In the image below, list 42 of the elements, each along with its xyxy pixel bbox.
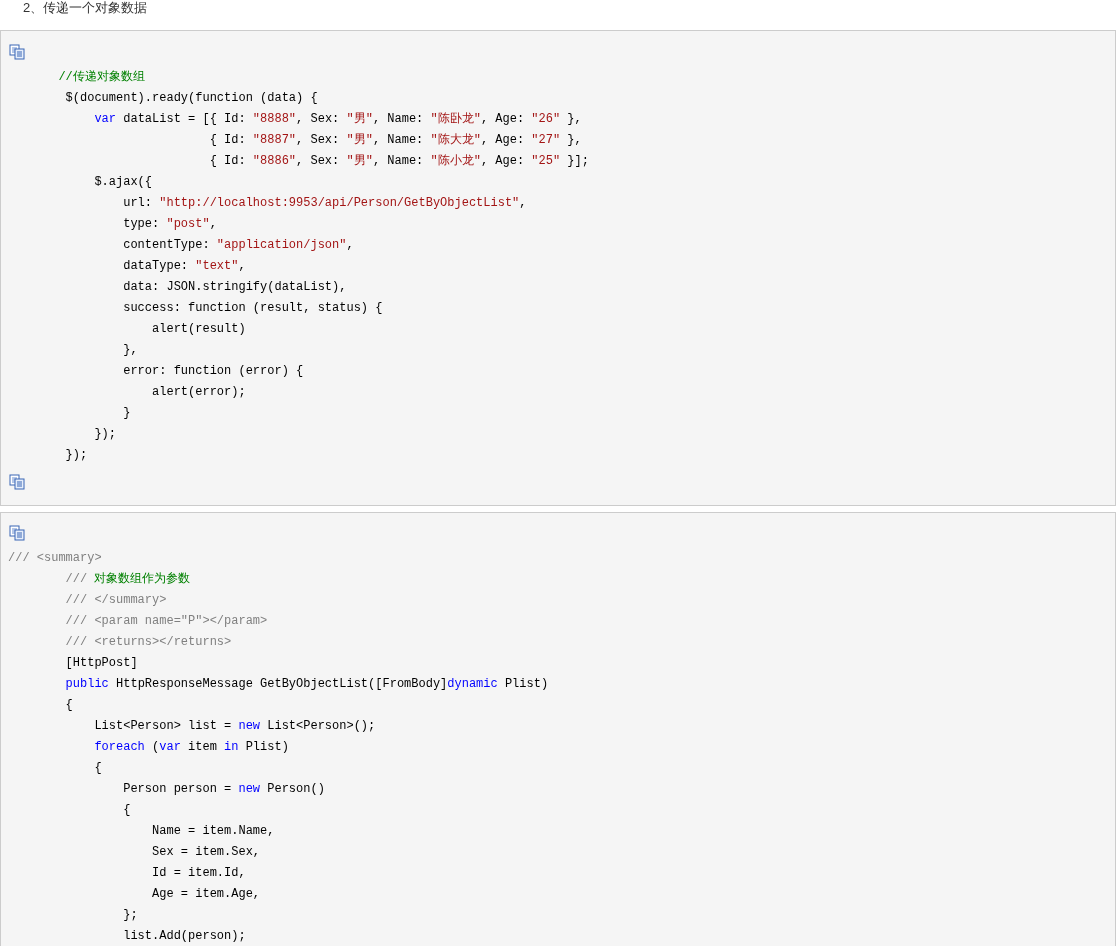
code-line: /// </summary> [64, 593, 167, 607]
code-line: var dataList = [{ Id: "8888", Sex: "男", Name: "陈卧龙", Age: "26" }, [93, 112, 582, 126]
code-line: error: function (error) { [122, 364, 304, 378]
code-line: /// <returns></returns> [64, 635, 232, 649]
section-heading: 2、传递一个对象数据 [23, 0, 148, 15]
code-line: success: function (result, status) { [122, 301, 383, 315]
code-line: }, [122, 343, 138, 357]
code-line: /// <summary> [8, 551, 102, 565]
code-line: foreach (var item in Plist) [93, 740, 289, 754]
code-line: type: "post", [122, 217, 217, 231]
code-line: /// <param name="P"></param> [64, 614, 268, 628]
code-line: }); [93, 427, 117, 441]
code-line: $(document).ready(function (data) { [64, 91, 318, 105]
code-line: Age = item.Age, [151, 887, 261, 901]
code-line: }); [64, 448, 88, 462]
code-line: /// 对象数组作为参数 [64, 572, 191, 586]
code-line: url: "http://localhost:9953/api/Person/GetByObjectList", [122, 196, 527, 210]
code-line: Sex = item.Sex, [151, 845, 261, 859]
code-line: } [122, 406, 131, 420]
code-line: { [64, 698, 73, 712]
code-line: { [122, 803, 131, 817]
code-line: { [93, 761, 102, 775]
code-line: }; [122, 908, 138, 922]
code-line: contentType: "application/json", [122, 238, 354, 252]
copy-icon[interactable] [9, 525, 25, 541]
copy-icon[interactable] [9, 474, 25, 490]
code-line: Id = item.Id, [151, 866, 246, 880]
code-line: [HttpPost] [64, 656, 138, 670]
code-line: dataType: "text", [122, 259, 246, 273]
code-line: data: JSON.stringify(dataList), [122, 280, 347, 294]
code-line: List<Person> list = new List<Person>(); [93, 719, 376, 733]
code-line: Person person = new Person() [122, 782, 325, 796]
code-line: list.Add(person); [122, 929, 246, 943]
code-line: alert(error); [151, 385, 246, 399]
code-line: { Id: "8887", Sex: "男", Name: "陈大龙", Age: "27" }, [208, 133, 582, 147]
code-line: Name = item.Name, [151, 824, 275, 838]
code-line: public HttpResponseMessage GetByObjectList([FromBody]dynamic Plist) [64, 677, 549, 691]
code-line: alert(result) [151, 322, 246, 336]
code-line: //传递对象数组 [57, 70, 145, 84]
copy-icon[interactable] [9, 44, 25, 60]
code-line: { Id: "8886", Sex: "男", Name: "陈小龙", Age: "25" }]; [208, 154, 589, 168]
code-line: $.ajax({ [93, 175, 153, 189]
